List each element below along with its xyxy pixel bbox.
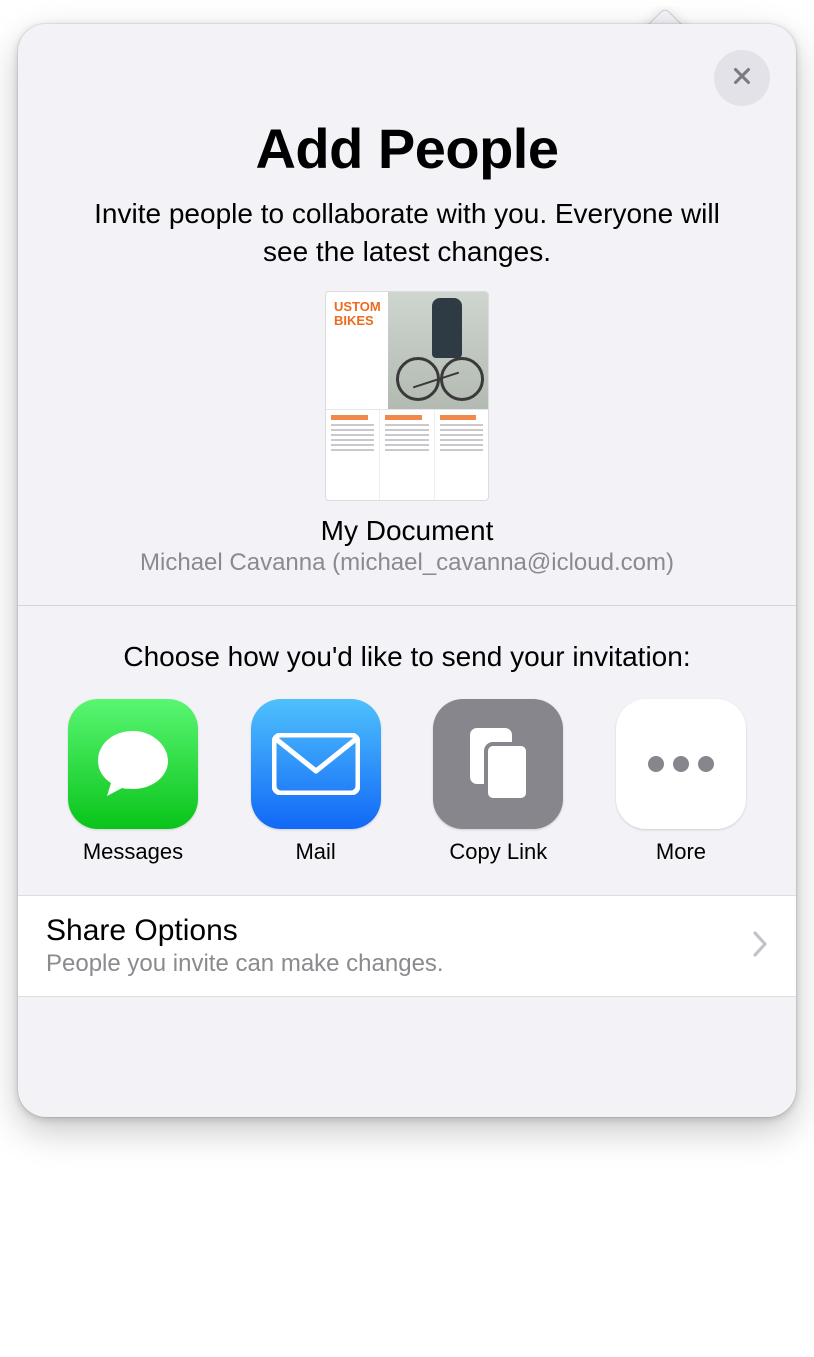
share-options-subtitle: People you invite can make changes. [46, 950, 752, 978]
document-thumbnail: USTOM BIKES [325, 291, 489, 501]
share-via-messages[interactable]: Messages [58, 699, 208, 865]
close-icon [731, 65, 753, 92]
mail-icon [251, 699, 381, 829]
app-label: Messages [83, 839, 183, 865]
page-title: Add People [58, 116, 756, 181]
page-subtitle: Invite people to collaborate with you. E… [58, 195, 756, 271]
share-options-row[interactable]: Share Options People you invite can make… [18, 895, 796, 997]
invitation-prompt: Choose how you'd like to send your invit… [18, 606, 796, 676]
copy-link-icon [433, 699, 563, 829]
thumb-heading: USTOM BIKES [334, 300, 381, 329]
document-owner: Michael Cavanna (michael_cavanna@icloud.… [18, 549, 796, 577]
share-more[interactable]: More [606, 699, 756, 865]
add-people-sheet: Add People Invite people to collaborate … [18, 24, 796, 1117]
share-apps-row: Messages Mail Copy Lin [18, 675, 796, 895]
share-via-mail[interactable]: Mail [241, 699, 391, 865]
more-icon [616, 699, 746, 829]
document-name: My Document [18, 515, 796, 547]
app-label: More [656, 839, 706, 865]
bike-illustration [388, 292, 488, 409]
close-button[interactable] [714, 50, 770, 106]
share-copy-link[interactable]: Copy Link [423, 699, 573, 865]
share-options-title: Share Options [46, 914, 752, 948]
messages-icon [68, 699, 198, 829]
app-label: Copy Link [449, 839, 547, 865]
chevron-right-icon [752, 930, 768, 963]
app-label: Mail [295, 839, 335, 865]
